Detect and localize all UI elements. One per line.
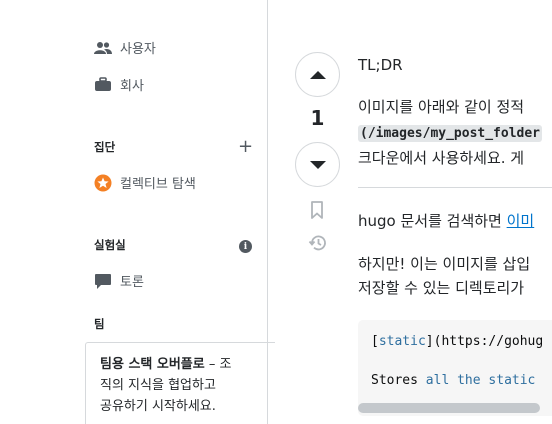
code-token: ](https://gohug: [425, 334, 544, 349]
speech-bubble-icon: [94, 272, 112, 290]
teams-promo-box[interactable]: 팀용 스택 오버플로 – 조 직의 지식을 협업하고 공유하기 시작하세요.: [85, 342, 275, 424]
plus-icon[interactable]: +: [238, 138, 253, 156]
teams-promo-line2: 직의 지식을 협업하고: [100, 378, 216, 393]
sidebar-item-explore-collectives[interactable]: 컬렉티브 탐색: [94, 173, 196, 192]
triangle-up-icon: [309, 70, 326, 79]
post-line3: 크다운에서 사용하세요. 게: [358, 149, 525, 167]
teams-promo-line3: 공유하기 시작하세요.: [100, 399, 216, 414]
code-horizontal-scrollbar[interactable]: [358, 403, 552, 413]
collective-star-icon: [94, 174, 112, 192]
code-token-keyword: static: [378, 334, 426, 349]
users-icon: [94, 39, 112, 57]
sidebar-item-discussions[interactable]: 토론: [94, 271, 144, 290]
post-para3-line2: 저장할 수 있는 디렉토리가: [358, 279, 525, 297]
code-token: [: [371, 334, 379, 349]
code-token-keyword: the: [457, 373, 481, 388]
code-token-keyword: all: [425, 373, 450, 388]
code-token-keyword: static: [488, 373, 536, 388]
history-icon: [308, 235, 326, 251]
divider: [358, 187, 552, 188]
post-tldr: TL;DR: [358, 56, 403, 74]
sidebar-item-label: 컬렉티브 탐색: [120, 177, 196, 192]
post-para3-line1: 하지만! 이는 이미지를 삽입: [358, 255, 531, 273]
sidebar-item-companies[interactable]: 회사: [94, 75, 144, 94]
collectives-section-title: 집단: [94, 140, 116, 154]
inline-code-path: (/images/my_post_folder: [358, 125, 543, 142]
bookmark-icon: [311, 201, 323, 219]
briefcase-icon: [94, 76, 112, 94]
info-icon[interactable]: i: [239, 240, 252, 253]
sidebar-item-users[interactable]: 사용자: [94, 38, 156, 57]
teams-section-title: 팀: [94, 317, 105, 331]
post-line1: 이미지를 아래와 같이 정적: [358, 98, 525, 116]
teams-promo-bold: 팀용 스택 오버플로: [100, 357, 205, 372]
scrollbar-thumb[interactable]: [358, 403, 540, 413]
vote-count: 1: [310, 106, 325, 130]
labs-section-title: 실험실: [94, 238, 126, 252]
post-line2: (/images/my_post_folder: [358, 123, 543, 142]
code-token: Stores: [371, 373, 426, 388]
teams-promo-dash: – 조: [204, 357, 232, 372]
downvote-button[interactable]: [295, 142, 340, 187]
para2-text: hugo 문서를 검색하면: [358, 212, 507, 230]
sidebar-item-label: 회사: [120, 79, 144, 94]
left-sidebar: 사용자 회사 집단 + 컬렉티브 탐색 실험실 i 토론 팀 팀용 스택 오버플…: [0, 0, 275, 424]
upvote-button[interactable]: [295, 52, 340, 97]
code-line-2: Stores all the static: [371, 373, 535, 388]
post-para2: hugo 문서를 검색하면 이미: [358, 210, 534, 231]
bookmark-button[interactable]: [308, 200, 326, 224]
triangle-down-icon: [309, 160, 326, 169]
docs-link[interactable]: 이미: [507, 212, 535, 230]
teams-promo-line1: 팀용 스택 오버플로 – 조: [100, 354, 263, 375]
sidebar-item-label: 토론: [120, 275, 144, 290]
history-button[interactable]: [308, 233, 328, 257]
code-line-1: [static](https://gohug: [371, 334, 543, 349]
sidebar-item-label: 사용자: [120, 42, 156, 57]
